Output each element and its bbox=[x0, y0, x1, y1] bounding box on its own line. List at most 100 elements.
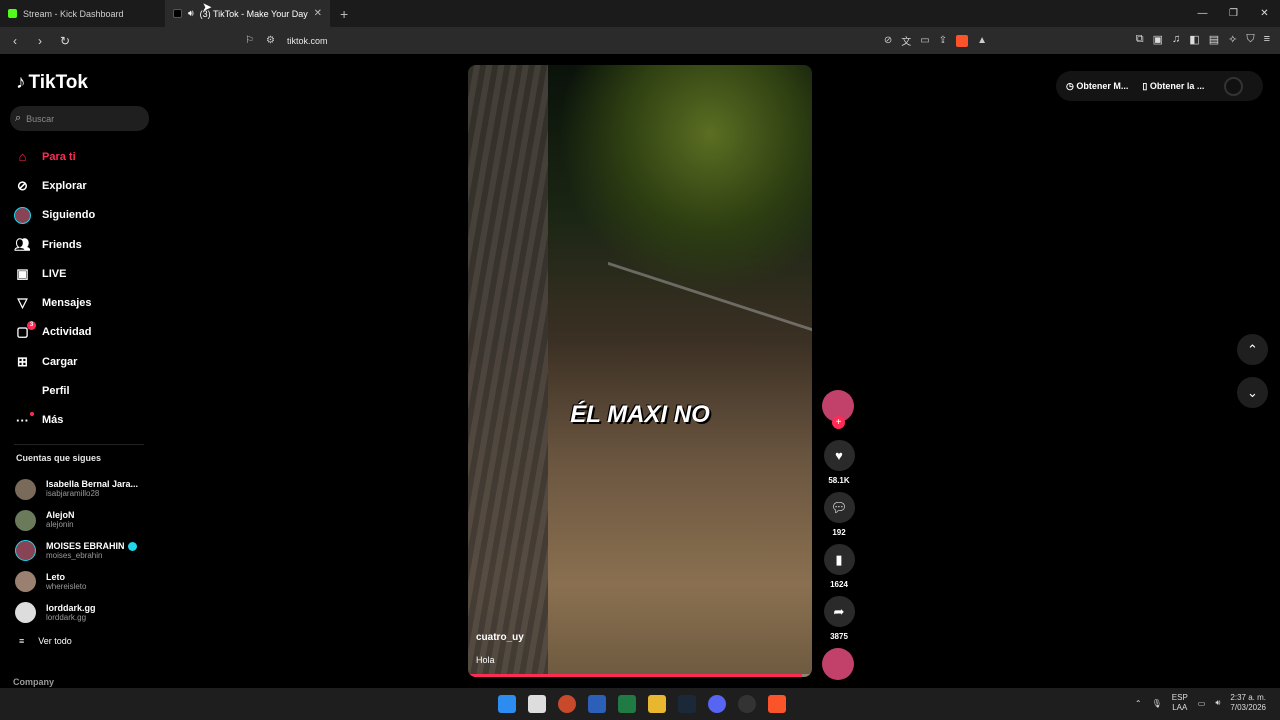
bookmark-icon[interactable]: ▮ bbox=[823, 544, 855, 575]
sidebar-toggle-icon[interactable]: ◧ bbox=[1189, 33, 1199, 46]
get-coins-button[interactable]: ◷ Obtener M... bbox=[1066, 81, 1128, 92]
account-item[interactable]: Isabella Bernal Jara... isabjaramillo28 bbox=[15, 474, 155, 505]
video-caption: ÉL MAXI NO bbox=[570, 401, 710, 428]
forward-icon[interactable]: › bbox=[30, 34, 50, 48]
sidebar-item-perfil[interactable]: Perfil bbox=[14, 376, 154, 405]
brave-browser-icon[interactable] bbox=[768, 695, 786, 713]
sidebar-item-friends[interactable]: 👥︎ Friends bbox=[14, 230, 154, 259]
share-icon[interactable]: ⇪ bbox=[939, 35, 947, 46]
notification-dot bbox=[30, 411, 34, 416]
account-name: AlejoN bbox=[46, 510, 75, 521]
company-link[interactable]: Company bbox=[13, 677, 54, 687]
close-window-icon[interactable]: ✕ bbox=[1249, 8, 1280, 19]
tiktok-logo[interactable]: ♪ TikTok bbox=[16, 72, 88, 94]
video-author[interactable]: cuatro_uy bbox=[476, 632, 524, 643]
comment-action[interactable]: 💬︎ 192 bbox=[822, 492, 856, 538]
messages-icon: ▽ bbox=[17, 295, 28, 311]
sidebar-item-mas[interactable]: ··· Más bbox=[14, 406, 154, 435]
sidebar-item-para-ti[interactable]: ⌂ Para ti bbox=[14, 142, 154, 171]
tab-kick-dashboard[interactable]: Stream - Kick Dashboard bbox=[0, 0, 165, 27]
new-tab-button[interactable]: + bbox=[340, 6, 348, 22]
file-explorer-icon[interactable] bbox=[648, 695, 666, 713]
menu-icon[interactable]: ≡ bbox=[1264, 33, 1270, 46]
extensions-icon[interactable]: ⧉ bbox=[1136, 33, 1144, 46]
wallet-icon[interactable]: ▤ bbox=[1209, 33, 1219, 46]
save-count: 1624 bbox=[830, 580, 848, 589]
account-item[interactable]: AlejoN alejonin bbox=[15, 505, 155, 536]
chevron-down-icon[interactable]: ⌄ bbox=[1237, 377, 1268, 408]
browser-tab-strip: Stream - Kick Dashboard 🔊︎ (3) TikTok - … bbox=[0, 0, 1280, 27]
profile-avatar[interactable] bbox=[1224, 76, 1244, 96]
reload-icon[interactable]: ↻ bbox=[55, 34, 75, 48]
account-name: MOISES EBRAHIN bbox=[46, 540, 125, 551]
bookmark-icon[interactable]: ⚐ bbox=[245, 35, 254, 46]
maximize-icon[interactable]: ❐ bbox=[1218, 8, 1249, 19]
speaker-icon[interactable]: 🔊︎ bbox=[188, 8, 194, 19]
mute-icon[interactable]: ⊘ bbox=[884, 35, 892, 46]
sidebar-item-label: Cargar bbox=[42, 355, 78, 368]
powerpoint-icon[interactable] bbox=[558, 695, 576, 713]
taskbar-apps bbox=[498, 695, 786, 713]
excel-icon[interactable] bbox=[618, 695, 636, 713]
windows-taskbar: ⌃ 🎙︎ ESP LAA ▭ 🔊︎ 2:37 a. m. 7/03/2026 bbox=[0, 688, 1280, 720]
brave-rewards-icon[interactable]: ▲ bbox=[977, 35, 987, 46]
sidebar-item-actividad[interactable]: ▢ 3 Actividad bbox=[14, 318, 154, 347]
sidebar-item-mensajes[interactable]: ▽ Mensajes bbox=[14, 288, 154, 317]
volume-icon[interactable]: 🔊︎ bbox=[1215, 698, 1220, 708]
windows-start-icon[interactable] bbox=[498, 695, 516, 713]
tab-tiktok[interactable]: 🔊︎ (3) TikTok - Make Your Day ✕ bbox=[165, 0, 330, 27]
address-bar[interactable]: ⚐ ⚙ tiktok.com ⊘ 文 ▭ ⇪ ▲ bbox=[245, 30, 995, 51]
obs-icon[interactable] bbox=[738, 695, 756, 713]
tray-overflow-icon[interactable]: ⌃ bbox=[1135, 699, 1142, 708]
video-frame-railing bbox=[608, 261, 812, 529]
vpn-icon[interactable]: ⛉ bbox=[1246, 33, 1254, 46]
see-all-button[interactable]: ≡ Ver todo bbox=[15, 628, 155, 654]
following-accounts-list: Isabella Bernal Jara... isabjaramillo28 A… bbox=[15, 474, 155, 654]
tiktok-favicon-icon bbox=[173, 9, 182, 18]
chevron-up-icon[interactable]: ⌃ bbox=[1237, 334, 1268, 365]
get-app-button[interactable]: ▯ Obtener la ... bbox=[1142, 81, 1204, 92]
language-indicator[interactable]: ESP LAA bbox=[1172, 693, 1188, 713]
share-action[interactable]: ➦ 3875 bbox=[822, 596, 856, 642]
creator-avatar[interactable]: + bbox=[822, 390, 854, 429]
system-tray: ⌃ 🎙︎ ESP LAA ▭ 🔊︎ 2:37 a. m. 7/03/2026 bbox=[1135, 693, 1266, 713]
close-tab-icon[interactable]: ✕ bbox=[314, 8, 322, 19]
save-action[interactable]: ▮ 1624 bbox=[822, 544, 856, 590]
heart-icon[interactable]: ♥ bbox=[823, 440, 855, 471]
sidebar-item-explorar[interactable]: ⊘ Explorar bbox=[14, 171, 154, 200]
sidebar-item-live[interactable]: ▣ LIVE bbox=[14, 259, 154, 288]
translate-icon[interactable]: 文 bbox=[901, 33, 911, 48]
brave-shields-icon[interactable] bbox=[956, 34, 969, 47]
cast-icon[interactable]: ▭ bbox=[920, 35, 929, 46]
steam-icon[interactable] bbox=[678, 695, 696, 713]
comment-icon[interactable]: 💬︎ bbox=[823, 492, 855, 523]
clock[interactable]: 2:37 a. m. 7/03/2026 bbox=[1230, 693, 1266, 713]
leo-ai-icon[interactable]: ✧ bbox=[1228, 33, 1237, 46]
discord-icon[interactable] bbox=[708, 695, 726, 713]
sidebar-item-label: Perfil bbox=[42, 385, 70, 398]
back-icon[interactable]: ‹ bbox=[5, 34, 25, 48]
sidebar-divider bbox=[14, 444, 144, 445]
account-handle: alejonin bbox=[46, 520, 74, 530]
sidebar-item-siguiendo[interactable]: Siguiendo bbox=[14, 201, 154, 230]
logo-text: TikTok bbox=[28, 72, 88, 93]
account-item[interactable]: MOISES EBRAHIN moises_ebrahin bbox=[15, 536, 155, 567]
account-item[interactable]: lorddark.gg lorddark.gg bbox=[15, 597, 155, 628]
store-icon[interactable] bbox=[528, 695, 546, 713]
music-disc-avatar[interactable] bbox=[822, 648, 854, 680]
share-arrow-icon[interactable]: ➦ bbox=[823, 596, 855, 627]
account-item[interactable]: Leto whereisleto bbox=[15, 566, 155, 597]
minimize-icon[interactable]: — bbox=[1187, 8, 1218, 19]
screenshot-icon[interactable]: ▣ bbox=[1153, 33, 1163, 46]
video-progress-bar[interactable] bbox=[468, 674, 812, 677]
microphone-icon[interactable]: 🎙︎ bbox=[1152, 699, 1162, 708]
video-player[interactable]: ÉL MAXI NO cuatro_uy Hola bbox=[468, 65, 812, 677]
word-icon[interactable] bbox=[588, 695, 606, 713]
media-icon[interactable]: ♫ bbox=[1172, 33, 1180, 46]
site-settings-icon[interactable]: ⚙ bbox=[266, 35, 275, 46]
network-icon[interactable]: ▭ bbox=[1198, 699, 1206, 708]
follow-plus-icon[interactable]: + bbox=[832, 416, 845, 429]
like-action[interactable]: ♥ 58.1K bbox=[822, 440, 856, 486]
search-input[interactable]: ⌕ Buscar bbox=[10, 106, 149, 131]
sidebar-item-cargar[interactable]: ⊞ Cargar bbox=[14, 347, 154, 376]
